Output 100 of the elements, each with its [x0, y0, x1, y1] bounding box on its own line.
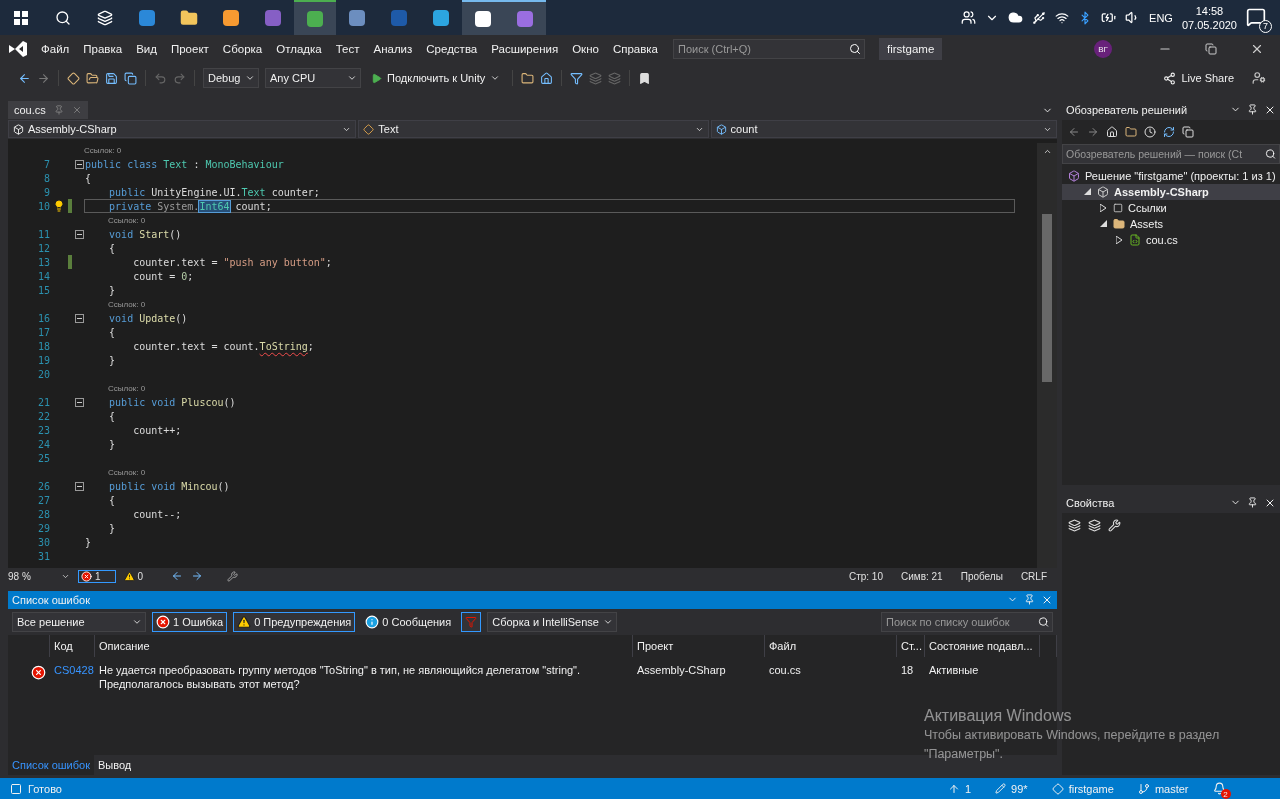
tree-item[interactable]: Assembly-CSharp [1062, 184, 1280, 200]
reference-count[interactable]: Ссылок: 0 [108, 383, 146, 393]
search-field[interactable]: Обозреватель решений — поиск (Ct [1062, 144, 1280, 164]
tree-item[interactable]: cou.cs [1062, 232, 1280, 248]
indent-indicator[interactable]: Пробелы [960, 570, 1003, 582]
menu-item[interactable]: Правка [76, 43, 130, 55]
tree-item[interactable]: Решение "firstgame" (проекты: 1 из 1) [1062, 168, 1280, 184]
menu-item[interactable]: Окно [565, 43, 606, 55]
menu-item[interactable]: Сборка [215, 43, 270, 55]
expanded-arrow-icon[interactable] [1100, 220, 1108, 228]
filter-toggle[interactable]: 0 Сообщения [361, 612, 456, 632]
zoom-dropdown[interactable]: 98 % [8, 570, 70, 582]
source-dropdown[interactable]: Сборка и IntelliSense [487, 612, 618, 632]
panel-tab[interactable]: Вывод [94, 755, 136, 775]
menu-item[interactable]: Справка [605, 43, 665, 55]
battery-icon[interactable] [1101, 10, 1117, 25]
tree-item[interactable]: Assets [1062, 216, 1280, 232]
previous-icon[interactable] [171, 570, 184, 582]
column-header[interactable]: Состояние подавл... [925, 635, 1040, 657]
close-icon[interactable] [1264, 497, 1276, 509]
platform-dropdown[interactable]: Any CPU [265, 68, 361, 88]
folder-search-icon[interactable] [521, 71, 535, 85]
task-view-icon[interactable] [97, 9, 113, 26]
home-icon[interactable] [1106, 126, 1118, 138]
panel-tab[interactable]: Список ошибок [8, 755, 94, 775]
expanded-arrow-icon[interactable] [1084, 188, 1092, 196]
push-indicator[interactable]: 1 [947, 782, 972, 795]
column-header[interactable]: Проект [633, 635, 765, 657]
next-icon[interactable] [191, 570, 204, 582]
people-icon[interactable] [961, 10, 977, 25]
navigation-dropdown[interactable]: count [710, 120, 1057, 138]
menu-item[interactable]: Расширения [484, 43, 566, 55]
run-button[interactable]: Подключить к Unity [367, 72, 505, 84]
error-code-link[interactable]: CS0428 [50, 657, 95, 697]
scroll-up-icon[interactable] [1042, 147, 1052, 156]
collapse-icon[interactable] [74, 229, 84, 239]
clock-icon[interactable] [1144, 126, 1156, 138]
feedback-icon[interactable] [1252, 71, 1266, 85]
reference-count[interactable]: Ссылок: 0 [84, 145, 122, 155]
line-indicator[interactable]: Стр: 10 [848, 570, 883, 582]
live-share-button[interactable]: Live Share [1163, 71, 1234, 85]
column-header[interactable]: Файл [765, 635, 897, 657]
bookmark-icon[interactable] [638, 71, 652, 85]
line-ending-indicator[interactable]: CRLF [1020, 570, 1047, 582]
user-avatar[interactable]: ВГ [1094, 40, 1112, 58]
clock[interactable]: 14:58 07.05.2020 [1181, 3, 1237, 32]
back-icon[interactable] [18, 71, 31, 85]
collapse-icon[interactable] [74, 397, 84, 407]
close-icon[interactable] [1250, 42, 1264, 56]
forward-icon[interactable] [37, 71, 50, 85]
collapsed-arrow-icon[interactable] [1100, 204, 1108, 212]
column-header[interactable]: Описание [95, 635, 633, 657]
menu-item[interactable]: Тест [328, 43, 367, 55]
lightbulb-icon[interactable] [53, 200, 65, 212]
back-icon[interactable] [1068, 126, 1080, 138]
collapse-icon[interactable] [74, 313, 84, 323]
save-icon[interactable] [105, 71, 118, 85]
wifi-icon[interactable] [1055, 10, 1070, 25]
open-folder-icon[interactable] [86, 71, 99, 85]
cleanup-icon[interactable] [227, 570, 239, 582]
reference-count[interactable]: Ссылок: 0 [108, 299, 146, 309]
column-header[interactable]: Ст... [897, 635, 925, 657]
collapsed-arrow-icon[interactable] [1116, 236, 1124, 244]
navigation-dropdown[interactable]: Assembly-CSharp [8, 120, 357, 138]
repository-indicator[interactable]: firstgame [1051, 782, 1114, 795]
save-all-icon[interactable] [124, 71, 137, 85]
folder-icon[interactable] [180, 8, 198, 27]
warning-count[interactable]: 0 [123, 570, 144, 582]
changes-indicator[interactable]: 99* [995, 782, 1028, 795]
start-icon[interactable] [14, 10, 28, 25]
forward-icon[interactable] [1087, 126, 1099, 138]
menu-item[interactable]: Средства [419, 43, 485, 55]
collapse-all-icon[interactable] [1182, 126, 1194, 138]
usb-icon[interactable] [1032, 10, 1047, 25]
pin-icon[interactable] [1247, 497, 1258, 508]
reference-count[interactable]: Ссылок: 0 [108, 467, 146, 477]
close-icon[interactable] [1264, 104, 1276, 116]
branch-indicator[interactable]: master [1137, 782, 1189, 795]
notifications-icon[interactable] [1246, 6, 1266, 27]
search-field[interactable]: Поиск (Ctrl+Q) [673, 39, 865, 59]
column-indicator[interactable]: Симв: 21 [901, 570, 943, 582]
tree-item[interactable]: Ссылки [1062, 200, 1280, 216]
collapse-icon[interactable] [74, 481, 84, 491]
filter-toggle[interactable]: 1 Ошибка [152, 612, 228, 632]
menu-item[interactable]: Вид [129, 43, 164, 55]
search-field[interactable]: Поиск по списку ошибок [881, 612, 1053, 632]
column-header[interactable]: Код [50, 635, 95, 657]
language-indicator[interactable]: ENG [1149, 11, 1173, 24]
menu-item[interactable]: Отладка [269, 43, 329, 55]
pin-icon[interactable] [1247, 104, 1258, 115]
search-icon[interactable] [55, 9, 71, 26]
configuration-dropdown[interactable]: Debug [203, 68, 259, 88]
folder-icon[interactable] [1125, 126, 1137, 138]
wrench-icon[interactable] [1108, 518, 1121, 532]
scrollbar-thumb[interactable] [1042, 214, 1052, 382]
collapse-icon[interactable] [74, 159, 84, 169]
reference-count[interactable]: Ссылок: 0 [108, 215, 146, 225]
error-count[interactable]: 1 [78, 569, 116, 583]
vertical-scrollbar[interactable] [1037, 143, 1057, 568]
scope-dropdown[interactable]: Все решение [12, 612, 146, 632]
